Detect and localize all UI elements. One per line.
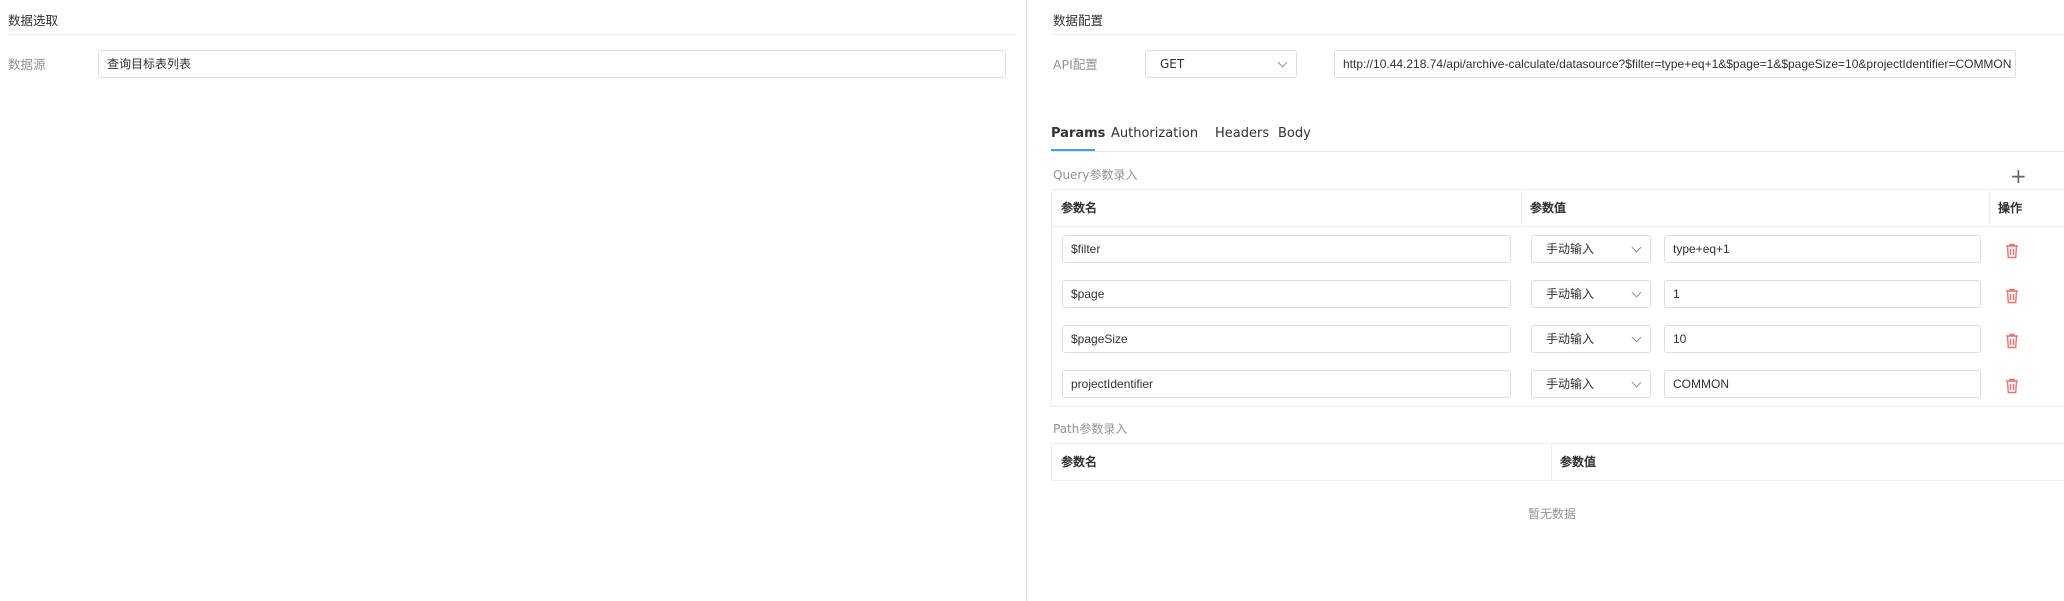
datasource-input[interactable]: 查询目标表列表 [98,50,1006,78]
param-source-value: 手动输入 [1546,242,1595,256]
param-value-input[interactable]: 10 [1664,325,1981,353]
empty-state-text: 暂无数据 [1528,507,1577,521]
chevron-down-icon [1631,377,1642,388]
chevron-down-icon [1631,287,1642,298]
trash-icon[interactable] [2005,288,2019,304]
path-params-title: Path参数录入 [1053,422,1128,436]
trash-icon[interactable] [2005,333,2019,349]
table-header: 参数名 参数值 操作 [1052,190,2064,227]
section-divider [8,34,1016,35]
data-config-panel: 数据配置 API配置 GET http://10.44.218.74/api/a… [1045,0,2064,601]
api-url-input[interactable]: http://10.44.218.74/api/archive-calculat… [1334,50,2016,78]
path-params-table: 参数名 参数值 [1051,443,2064,481]
tab-params[interactable]: Params [1051,126,1105,141]
header-param-name: 参数名 [1061,455,1098,469]
data-config-title: 数据配置 [1053,13,1104,28]
param-source-value: 手动输入 [1546,377,1595,391]
datasource-label: 数据源 [8,57,46,72]
api-config-label: API配置 [1053,57,1098,72]
table-row: $page 手动输入 1 [1052,272,2064,317]
http-method-select[interactable]: GET [1145,50,1297,78]
table-row: projectIdentifier 手动输入 COMMON [1052,362,2064,407]
param-source-value: 手动输入 [1546,287,1595,301]
chevron-down-icon [1277,57,1288,68]
param-source-select[interactable]: 手动输入 [1531,235,1651,263]
query-params-table: 参数名 参数值 操作 $filter 手动输入 type+eq+1 $page … [1051,189,2064,407]
tab-body[interactable]: Body [1278,126,1311,141]
param-name-input[interactable]: projectIdentifier [1062,370,1511,398]
param-source-select[interactable]: 手动输入 [1531,325,1651,353]
tabs-divider [1051,151,2064,152]
header-actions: 操作 [1998,201,2023,215]
chevron-down-icon [1631,242,1642,253]
table-header: 参数名 参数值 [1052,444,2064,481]
param-name-input[interactable]: $page [1062,280,1511,308]
header-param-value: 参数值 [1530,201,1567,215]
table-row: $filter 手动输入 type+eq+1 [1052,227,2064,272]
param-value-input[interactable]: COMMON [1664,370,1981,398]
param-source-value: 手动输入 [1546,332,1595,346]
param-value-input[interactable]: 1 [1664,280,1981,308]
header-param-name: 参数名 [1061,201,1098,215]
header-param-value: 参数值 [1560,455,1597,469]
plus-icon[interactable]: + [2010,166,2027,186]
trash-icon[interactable] [2005,243,2019,259]
panel-divider [1026,0,1027,601]
tab-headers[interactable]: Headers [1215,126,1269,141]
param-source-select[interactable]: 手动输入 [1531,280,1651,308]
chevron-down-icon [1631,332,1642,343]
tab-authorization[interactable]: Authorization [1111,126,1198,141]
trash-icon[interactable] [2005,378,2019,394]
section-divider [1053,34,2064,35]
table-row: $pageSize 手动输入 10 [1052,317,2064,362]
data-selection-panel: 数据选取 数据源 查询目标表列表 [0,0,1024,601]
param-value-input[interactable]: type+eq+1 [1664,235,1981,263]
param-source-select[interactable]: 手动输入 [1531,370,1651,398]
http-method-value: GET [1160,57,1185,71]
param-name-input[interactable]: $filter [1062,235,1511,263]
param-name-input[interactable]: $pageSize [1062,325,1511,353]
query-params-title: Query参数录入 [1053,168,1138,182]
data-selection-title: 数据选取 [8,13,59,28]
